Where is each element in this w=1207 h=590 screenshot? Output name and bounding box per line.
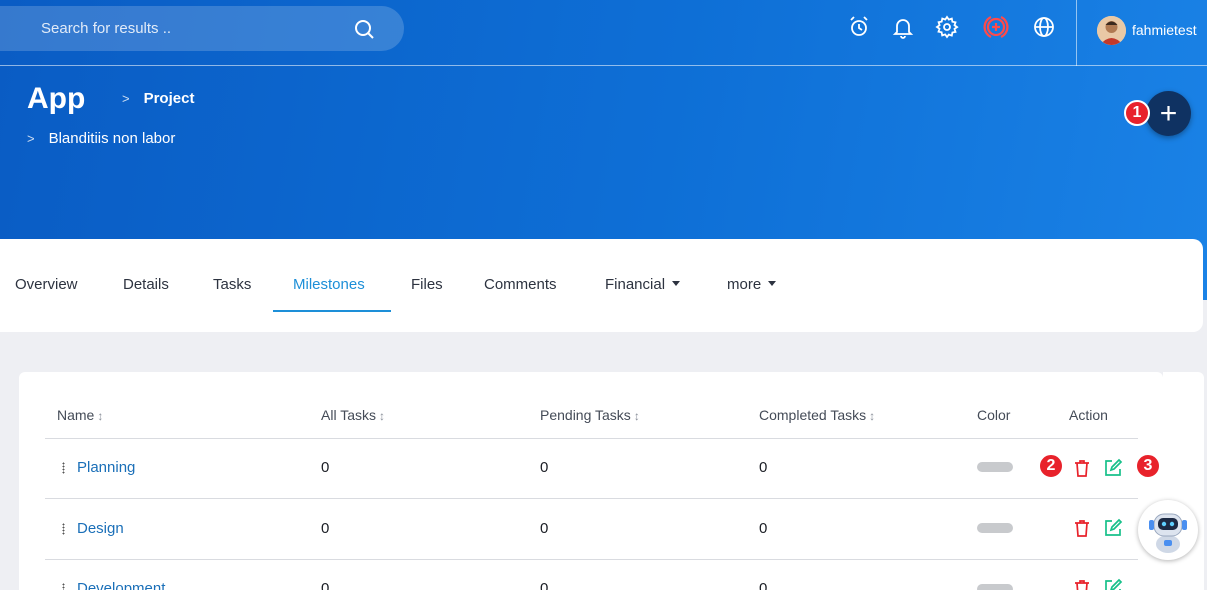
user-menu[interactable]: fahmietest xyxy=(1097,15,1197,45)
chevron-right-icon: > xyxy=(122,91,130,106)
milestone-name-link[interactable]: Development xyxy=(77,580,165,590)
color-swatch xyxy=(977,584,1013,590)
drag-handle-icon[interactable] xyxy=(62,523,65,535)
column-header-completed-tasks[interactable]: Completed Tasks ↕ xyxy=(759,407,875,423)
color-swatch xyxy=(977,523,1013,533)
sort-icon: ↕ xyxy=(97,409,104,423)
tab-financial[interactable]: Financial xyxy=(605,276,681,293)
caret-down-icon xyxy=(768,281,777,286)
bell-icon[interactable] xyxy=(891,15,915,39)
tab-details[interactable]: Details xyxy=(123,276,169,293)
drag-handle-icon[interactable] xyxy=(62,583,65,590)
all-tasks-value: 0 xyxy=(321,580,330,590)
globe-icon[interactable] xyxy=(1032,15,1056,39)
sort-icon: ↕ xyxy=(378,409,385,423)
chevron-right-icon: > xyxy=(27,131,35,146)
username: fahmietest xyxy=(1132,22,1197,38)
milestones-table: Name ↕ All Tasks ↕ Pending Tasks ↕ Complete… xyxy=(19,372,1163,590)
trash-icon[interactable] xyxy=(1072,458,1092,478)
top-navbar: fahmietest xyxy=(0,0,1207,66)
breadcrumb-current: > Blanditiis non labor xyxy=(27,130,176,147)
table-divider xyxy=(45,498,1138,499)
edit-icon[interactable] xyxy=(1103,458,1123,478)
tab-milestones[interactable]: Milestones xyxy=(293,276,365,293)
column-header-pending-tasks[interactable]: Pending Tasks ↕ xyxy=(540,407,640,423)
pending-tasks-value: 0 xyxy=(540,459,549,476)
column-header-name[interactable]: Name ↕ xyxy=(57,407,103,423)
gear-icon[interactable] xyxy=(935,15,959,39)
sort-icon: ↕ xyxy=(633,409,640,423)
robot-icon xyxy=(1149,513,1187,553)
table-divider xyxy=(45,438,1138,439)
tab-bar: Overview Details Tasks Milestones Files … xyxy=(0,239,1203,332)
drag-handle-icon[interactable] xyxy=(62,462,65,474)
tab-comments[interactable]: Comments xyxy=(484,276,557,293)
edit-icon[interactable] xyxy=(1103,518,1123,538)
annotation-badge: 1 xyxy=(1124,100,1150,126)
tab-overview[interactable]: Overview xyxy=(15,276,78,293)
alarm-clock-icon[interactable] xyxy=(847,15,871,39)
column-header-color: Color xyxy=(977,407,1011,423)
add-circle-icon[interactable] xyxy=(982,13,1010,41)
search-icon[interactable] xyxy=(352,17,376,41)
column-header-action: Action xyxy=(1069,407,1108,423)
all-tasks-value: 0 xyxy=(321,459,330,476)
all-tasks-value: 0 xyxy=(321,520,330,537)
navbar-divider xyxy=(1076,0,1077,66)
avatar xyxy=(1097,15,1126,45)
sort-icon: ↕ xyxy=(869,409,876,423)
add-button[interactable]: + xyxy=(1146,91,1191,136)
trash-icon[interactable] xyxy=(1072,578,1092,590)
completed-tasks-value: 0 xyxy=(759,580,768,590)
caret-down-icon xyxy=(672,281,681,286)
search-bar xyxy=(0,6,404,51)
search-input[interactable] xyxy=(0,6,340,51)
trash-icon[interactable] xyxy=(1072,518,1092,538)
page-title: App xyxy=(27,82,86,115)
milestone-name-link[interactable]: Planning xyxy=(77,459,135,476)
completed-tasks-value: 0 xyxy=(759,520,768,537)
annotation-badge: 2 xyxy=(1038,453,1064,479)
tab-more[interactable]: more xyxy=(727,276,777,293)
chatbot-button[interactable] xyxy=(1138,500,1198,560)
pending-tasks-value: 0 xyxy=(540,520,549,537)
pending-tasks-value: 0 xyxy=(540,580,549,590)
column-header-all-tasks[interactable]: All Tasks ↕ xyxy=(321,407,385,423)
annotation-badge: 3 xyxy=(1135,453,1161,479)
active-tab-indicator xyxy=(273,310,391,312)
tab-tasks[interactable]: Tasks xyxy=(213,276,251,293)
tab-files[interactable]: Files xyxy=(411,276,443,293)
milestone-name-link[interactable]: Design xyxy=(77,520,124,537)
table-divider xyxy=(45,559,1138,560)
completed-tasks-value: 0 xyxy=(759,459,768,476)
edit-icon[interactable] xyxy=(1103,578,1123,590)
breadcrumb-project[interactable]: > Project xyxy=(122,90,194,107)
color-swatch xyxy=(977,462,1013,472)
